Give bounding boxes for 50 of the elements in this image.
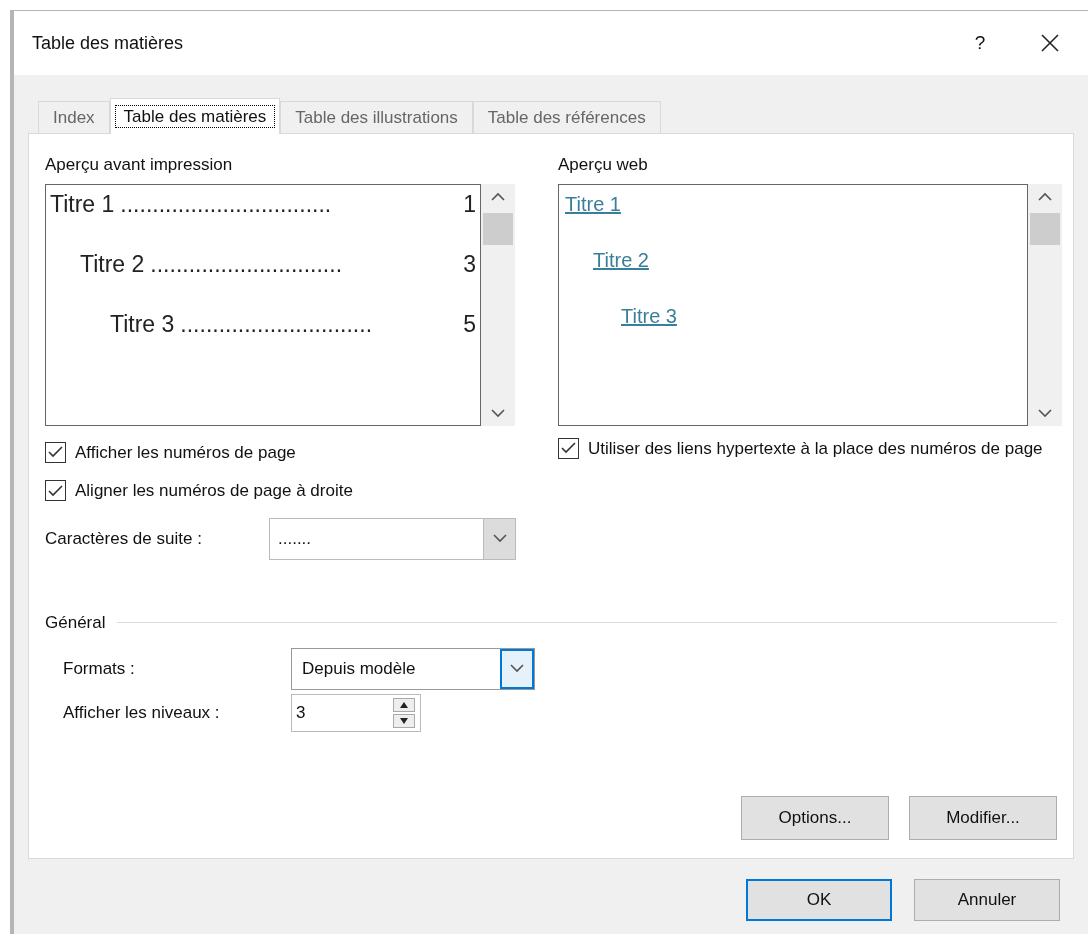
toc-entry-title: Titre 3 [110, 309, 175, 339]
spin-down-icon[interactable] [393, 713, 415, 728]
toc-leader: ................................. [120, 189, 333, 219]
levels-spinner[interactable]: 3 [291, 693, 421, 732]
scrollbar[interactable] [481, 183, 515, 426]
toc-leader: .............................. [180, 309, 374, 339]
toc-link[interactable]: Titre 2 [593, 248, 649, 271]
scroll-up-icon [491, 191, 505, 201]
scroll-down-icon [1038, 408, 1053, 418]
scroll-down-icon [491, 408, 505, 418]
section-label: Aperçu web [558, 154, 649, 176]
group-label: Général [45, 612, 106, 634]
toc-link[interactable]: Titre 1 [565, 192, 621, 215]
dropdown-caret-icon [510, 664, 524, 673]
tab[interactable]: Table des références [472, 101, 661, 133]
dropdown-caret-icon [492, 534, 507, 543]
toc-page-number: 1 [463, 189, 476, 219]
field-label: Formats : [63, 657, 136, 680]
toc-page-number: 3 [463, 249, 476, 279]
dialog-button[interactable]: Annuler [914, 879, 1060, 921]
leader-dropdown[interactable]: ....... [269, 517, 516, 560]
toc-page-number: 5 [463, 309, 476, 339]
checkbox[interactable] [45, 480, 66, 502]
scroll-thumb[interactable] [1030, 212, 1061, 245]
dialog-button[interactable]: OK [746, 879, 892, 921]
toc-entry-title: Titre 1 [50, 189, 115, 219]
formats-dropdown[interactable]: Depuis modèle [291, 647, 535, 690]
checkbox-label[interactable]: Utiliser des liens hypertexte à la place des numéros de page [588, 435, 1048, 462]
toc-link[interactable]: Titre 3 [621, 304, 677, 327]
panel-button[interactable]: Modifier... [909, 796, 1057, 840]
tab[interactable]: Table des matières [109, 98, 281, 134]
toc-entry-title: Titre 2 [80, 249, 145, 279]
window-title: Table des matières [32, 31, 185, 55]
scroll-thumb[interactable] [483, 212, 513, 245]
scroll-up-icon [1038, 191, 1053, 201]
panel-button[interactable]: Options... [741, 796, 889, 840]
tab[interactable]: Index [38, 101, 110, 133]
section-label: Aperçu avant impression [45, 154, 234, 176]
tab[interactable]: Table des illustrations [280, 101, 473, 133]
spin-up-icon[interactable] [393, 697, 415, 712]
field-label: Afficher les niveaux : [63, 701, 221, 724]
checkbox-label[interactable]: Aligner les numéros de page à droite [75, 478, 353, 504]
checkbox[interactable] [45, 441, 66, 463]
toc-leader: .............................. [150, 249, 344, 279]
scrollbar[interactable] [1028, 183, 1062, 426]
field-label: Caractères de suite : [45, 527, 203, 550]
checkbox[interactable] [558, 437, 579, 459]
checkbox-label[interactable]: Afficher les numéros de page [75, 439, 296, 465]
close-icon [1040, 33, 1060, 53]
help-button[interactable]: ? [960, 23, 1000, 63]
